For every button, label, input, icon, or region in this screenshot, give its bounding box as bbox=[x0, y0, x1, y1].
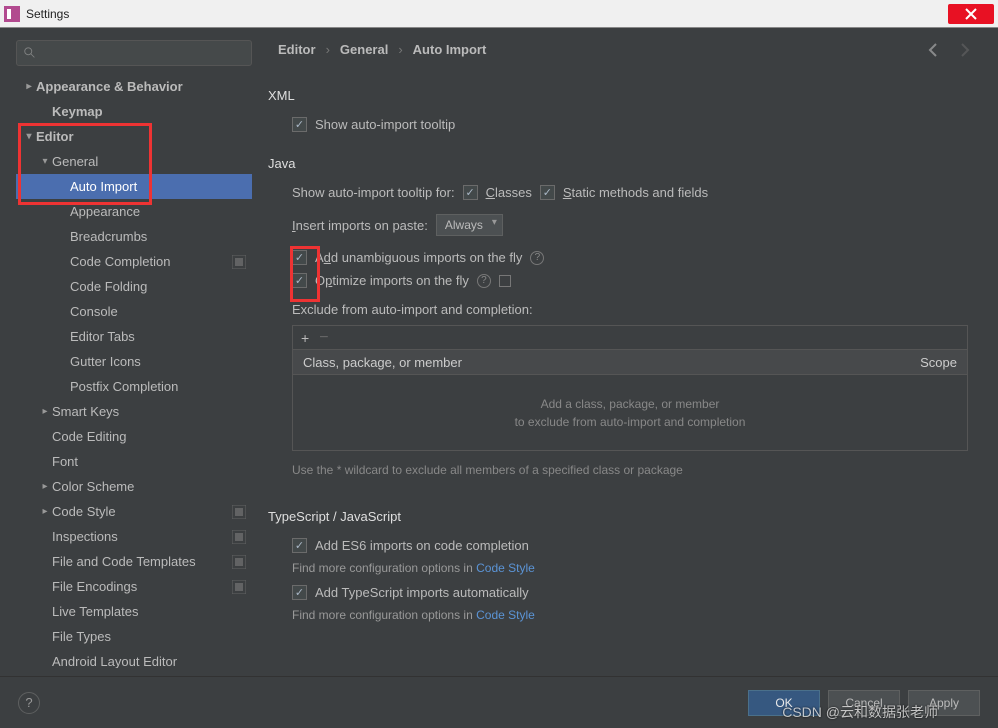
sidebar-item-label: Code Completion bbox=[70, 254, 232, 269]
apply-button[interactable]: Apply bbox=[908, 690, 980, 716]
add-ts-imports-checkbox[interactable] bbox=[292, 585, 307, 600]
sidebar-item-label: Breadcrumbs bbox=[70, 229, 246, 244]
sidebar-item-appearance[interactable]: Appearance bbox=[16, 199, 252, 224]
section-xml: XML bbox=[268, 88, 976, 103]
ts-more-2: Find more configuration options in Code … bbox=[292, 608, 976, 622]
sidebar-item-label: File Types bbox=[52, 629, 246, 644]
settings-content: XML Show auto-import tooltip Java Show a… bbox=[268, 80, 976, 668]
ok-button[interactable]: OK bbox=[748, 690, 820, 716]
sidebar-item-label: Android Layout Editor bbox=[52, 654, 246, 668]
sidebar-item-label: Smart Keys bbox=[52, 404, 246, 419]
sidebar-item-code-editing[interactable]: Code Editing bbox=[16, 424, 252, 449]
dialog-footer: ? OK Cancel Apply bbox=[0, 676, 998, 728]
sidebar-item-file-encodings[interactable]: File Encodings bbox=[16, 574, 252, 599]
add-es6-checkbox[interactable] bbox=[292, 538, 307, 553]
sidebar-item-editor-tabs[interactable]: Editor Tabs bbox=[16, 324, 252, 349]
java-classes-checkbox[interactable] bbox=[463, 185, 478, 200]
remove-button: − bbox=[319, 329, 328, 347]
sidebar-item-label: File Encodings bbox=[52, 579, 232, 594]
sidebar-item-label: Appearance & Behavior bbox=[36, 79, 246, 94]
code-style-link[interactable]: Code Style bbox=[476, 561, 535, 575]
sidebar-item-label: Inspections bbox=[52, 529, 232, 544]
sidebar-item-label: Auto Import bbox=[70, 179, 246, 194]
sidebar-item-file-types[interactable]: File Types bbox=[16, 624, 252, 649]
back-icon[interactable] bbox=[926, 42, 942, 58]
sidebar-item-label: Color Scheme bbox=[52, 479, 246, 494]
sidebar-item-color-scheme[interactable]: Color Scheme bbox=[16, 474, 252, 499]
close-button[interactable] bbox=[948, 4, 994, 24]
insert-imports-dropdown[interactable]: Always bbox=[436, 214, 503, 236]
code-style-link[interactable]: Code Style bbox=[476, 608, 535, 622]
sidebar-item-gutter-icons[interactable]: Gutter Icons bbox=[16, 349, 252, 374]
sidebar-item-breadcrumbs[interactable]: Breadcrumbs bbox=[16, 224, 252, 249]
sidebar-item-label: Font bbox=[52, 454, 246, 469]
sidebar-item-label: Code Folding bbox=[70, 279, 246, 294]
sidebar-item-label: File and Code Templates bbox=[52, 554, 232, 569]
sidebar-item-label: Live Templates bbox=[52, 604, 246, 619]
exclude-panel: + − Class, package, or member Scope Add … bbox=[292, 325, 968, 451]
cancel-button[interactable]: Cancel bbox=[828, 690, 900, 716]
exclude-table-header: Class, package, or member Scope bbox=[292, 349, 968, 375]
optimize-imports-checkbox[interactable] bbox=[292, 273, 307, 288]
nav-arrows bbox=[926, 42, 972, 58]
java-static-checkbox[interactable] bbox=[540, 185, 555, 200]
titlebar: Settings bbox=[0, 0, 998, 28]
sidebar-item-label: Gutter Icons bbox=[70, 354, 246, 369]
sidebar[interactable]: Appearance & Behavior Keymap Editor General… bbox=[16, 74, 252, 668]
sidebar-item-label: Keymap bbox=[52, 104, 246, 119]
sidebar-item-keymap[interactable]: Keymap bbox=[16, 99, 252, 124]
add-button[interactable]: + bbox=[301, 330, 309, 346]
sidebar-item-label: Code Editing bbox=[52, 429, 246, 444]
settings-mini-icon[interactable] bbox=[499, 275, 511, 287]
window-title: Settings bbox=[26, 7, 69, 21]
breadcrumb: Editor› General› Auto Import bbox=[278, 42, 486, 57]
sidebar-item-label: Appearance bbox=[70, 204, 246, 219]
sidebar-item-live-templates[interactable]: Live Templates bbox=[16, 599, 252, 624]
sidebar-item-console[interactable]: Console bbox=[16, 299, 252, 324]
project-badge-icon bbox=[232, 530, 246, 544]
forward-icon[interactable] bbox=[956, 42, 972, 58]
project-badge-icon bbox=[232, 580, 246, 594]
ts-more-1: Find more configuration options in Code … bbox=[292, 561, 976, 575]
sidebar-item-appearance-behavior[interactable]: Appearance & Behavior bbox=[16, 74, 252, 99]
help-icon[interactable]: ? bbox=[477, 274, 491, 288]
sidebar-item-font[interactable]: Font bbox=[16, 449, 252, 474]
sidebar-item-code-style[interactable]: Code Style bbox=[16, 499, 252, 524]
project-badge-icon bbox=[232, 555, 246, 569]
app-icon bbox=[4, 6, 20, 22]
sidebar-item-editor[interactable]: Editor bbox=[16, 124, 252, 149]
project-badge-icon bbox=[232, 505, 246, 519]
help-button[interactable]: ? bbox=[18, 692, 40, 714]
add-unambiguous-checkbox[interactable] bbox=[292, 250, 307, 265]
project-badge-icon bbox=[232, 255, 246, 269]
sidebar-item-label: Editor bbox=[36, 129, 246, 144]
help-icon[interactable]: ? bbox=[530, 251, 544, 265]
sidebar-item-label: General bbox=[52, 154, 246, 169]
sidebar-item-code-folding[interactable]: Code Folding bbox=[16, 274, 252, 299]
sidebar-item-postfix-completion[interactable]: Postfix Completion bbox=[16, 374, 252, 399]
sidebar-item-label: Code Style bbox=[52, 504, 232, 519]
sidebar-item-inspections[interactable]: Inspections bbox=[16, 524, 252, 549]
exclude-table-body: Add a class, package, or member to exclu… bbox=[292, 375, 968, 451]
sidebar-item-label: Postfix Completion bbox=[70, 379, 246, 394]
xml-show-tooltip-checkbox[interactable] bbox=[292, 117, 307, 132]
wildcard-hint: Use the * wildcard to exclude all member… bbox=[292, 461, 692, 479]
sidebar-item-code-completion[interactable]: Code Completion bbox=[16, 249, 252, 274]
sidebar-item-auto-import[interactable]: Auto Import bbox=[16, 174, 252, 199]
sidebar-item-android-layout-editor[interactable]: Android Layout Editor bbox=[16, 649, 252, 668]
search-icon bbox=[23, 46, 37, 60]
sidebar-item-general[interactable]: General bbox=[16, 149, 252, 174]
sidebar-item-file-and-code-templates[interactable]: File and Code Templates bbox=[16, 549, 252, 574]
sidebar-item-label: Editor Tabs bbox=[70, 329, 246, 344]
section-ts: TypeScript / JavaScript bbox=[268, 509, 976, 524]
search-input[interactable] bbox=[16, 40, 252, 66]
sidebar-item-smart-keys[interactable]: Smart Keys bbox=[16, 399, 252, 424]
sidebar-item-label: Console bbox=[70, 304, 246, 319]
section-java: Java bbox=[268, 156, 976, 171]
